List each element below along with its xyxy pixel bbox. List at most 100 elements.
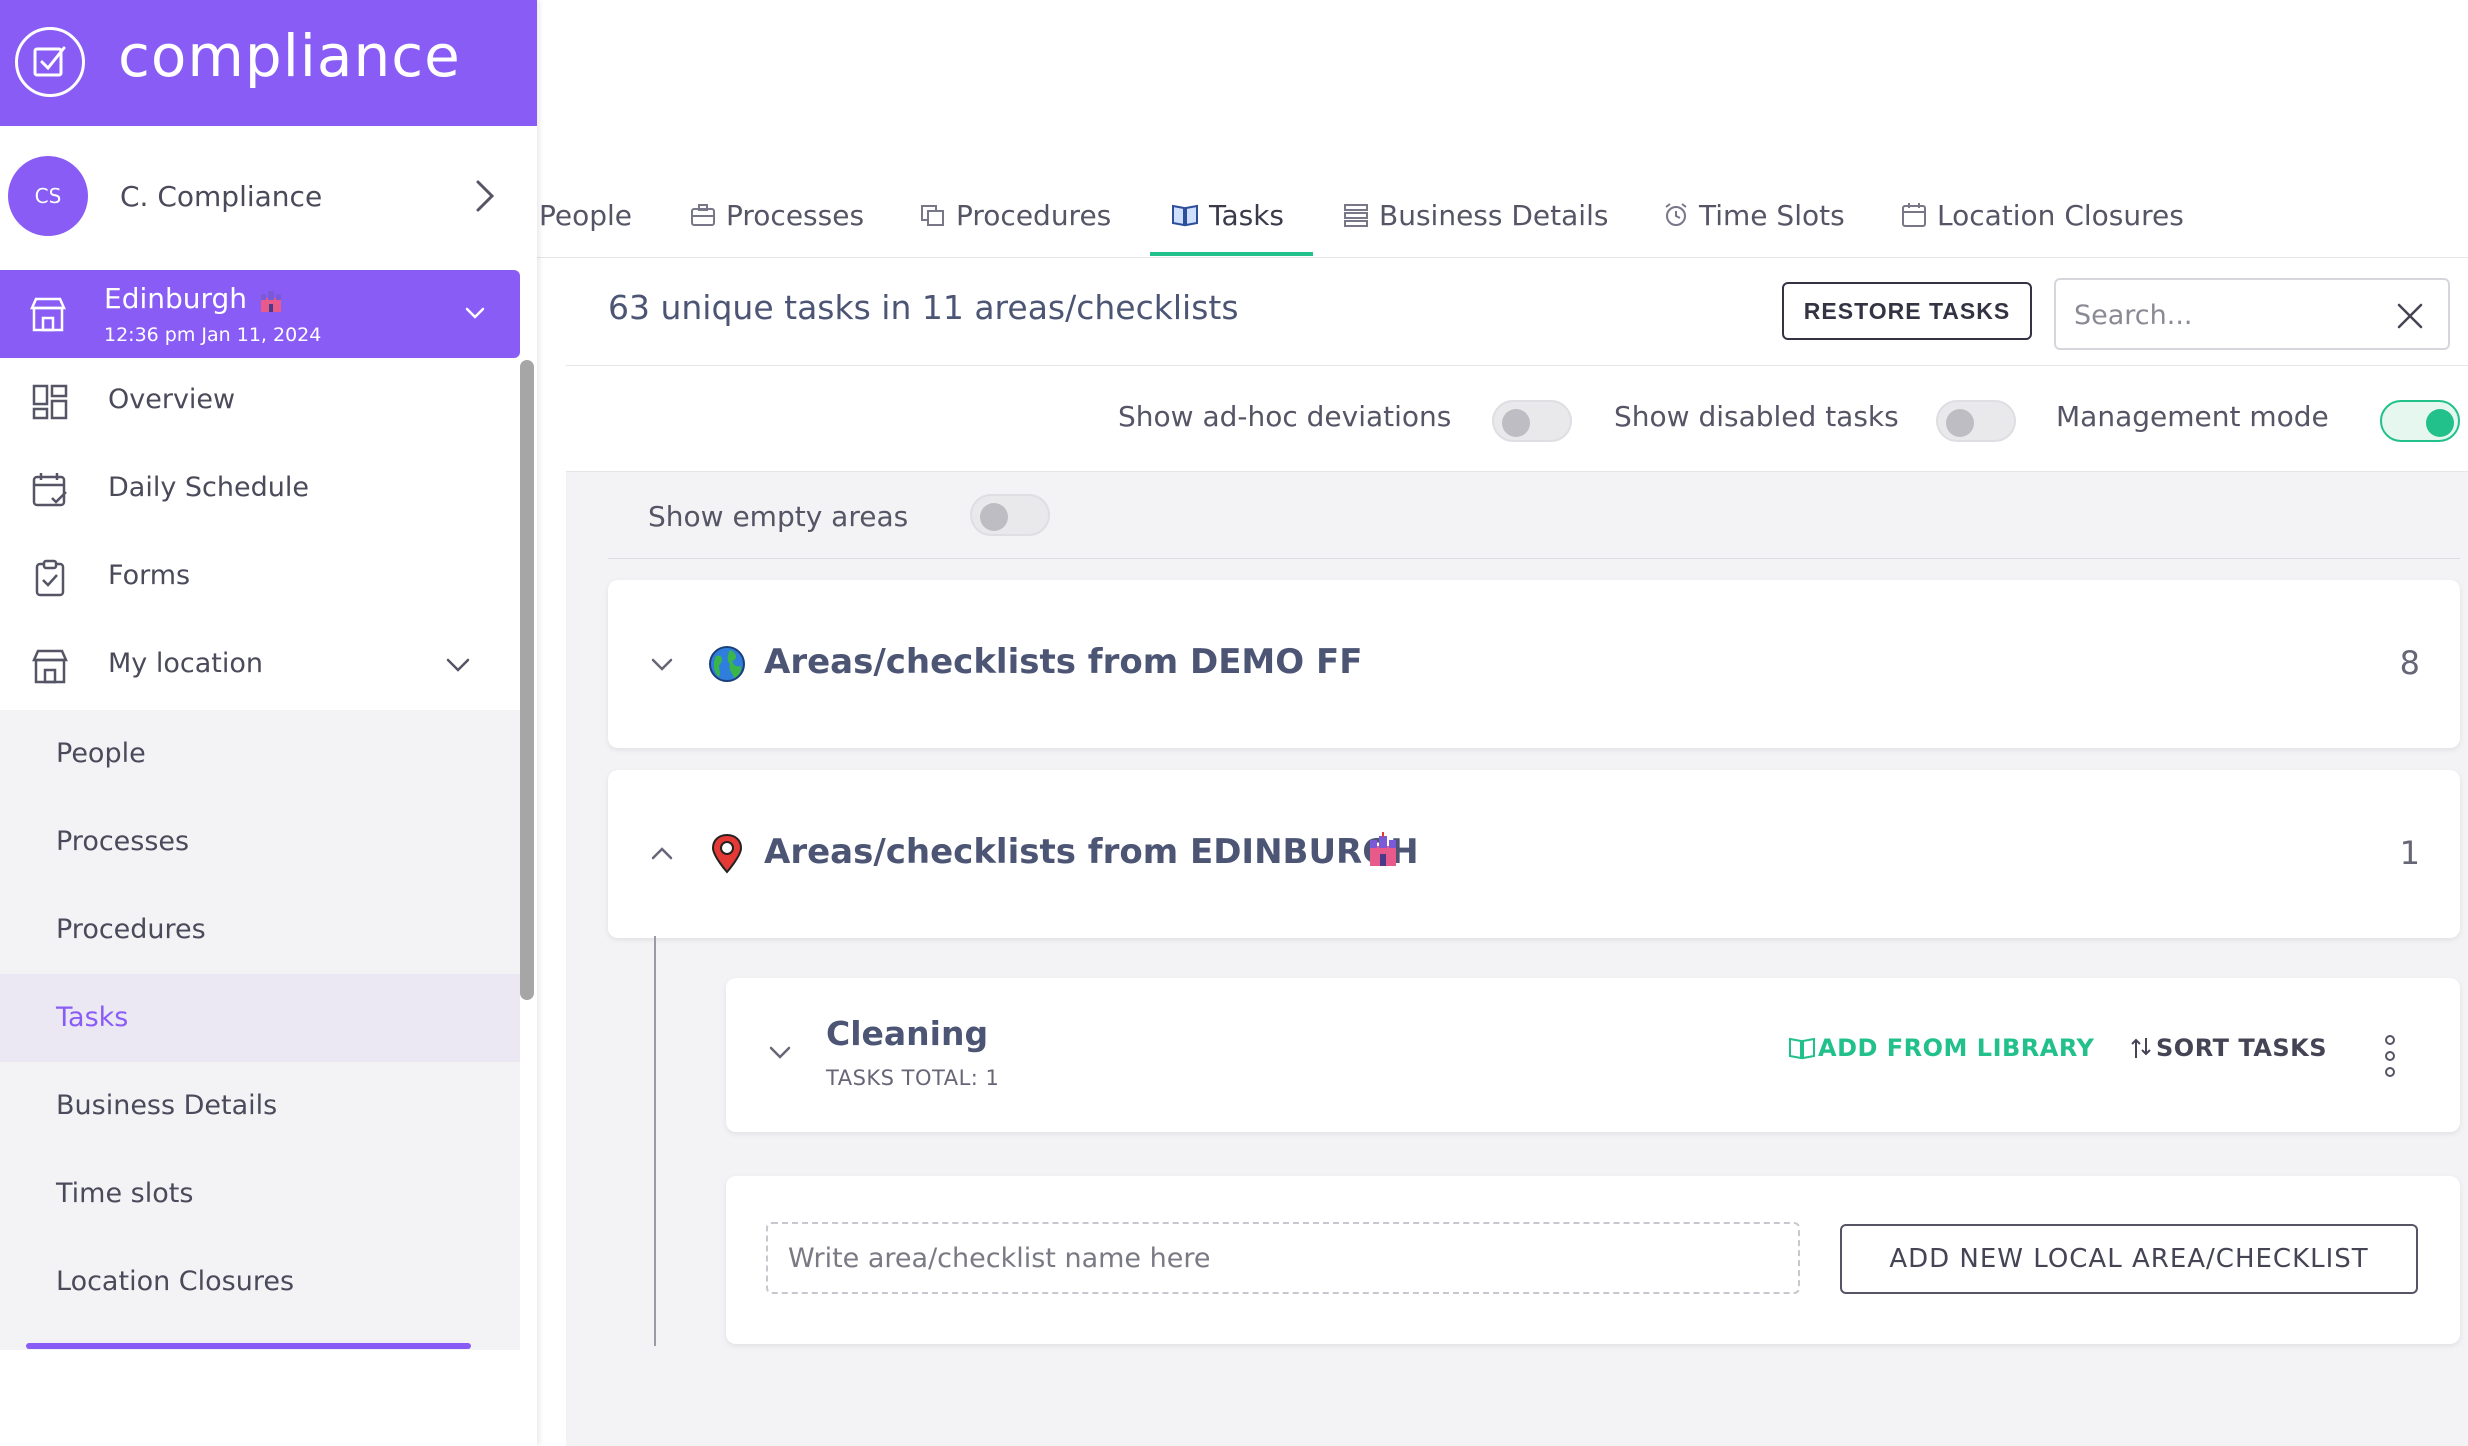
globe-icon	[709, 646, 745, 682]
subnav-people-label: People	[56, 738, 146, 769]
nav-daily-schedule-label: Daily Schedule	[108, 472, 309, 503]
castle-icon	[261, 291, 281, 312]
sidebar-scrollbar[interactable]	[520, 360, 534, 1000]
brand-header: compliance	[0, 0, 537, 126]
subnav-procedures[interactable]: Procedures	[0, 886, 520, 974]
search-box	[2054, 278, 2450, 350]
more-vertical-icon[interactable]	[2380, 1032, 2400, 1080]
documents-icon	[921, 205, 944, 226]
sort-tasks-button[interactable]: SORT TASKS	[2130, 1034, 2327, 1062]
toggle-knob	[2426, 409, 2454, 437]
add-from-library-button[interactable]: ADD FROM LIBRARY	[1788, 1034, 2094, 1062]
map-pin-icon	[711, 834, 743, 874]
book-icon	[1789, 1037, 1815, 1060]
subnav-time-slots-label: Time slots	[56, 1178, 194, 1209]
nav-overview[interactable]: Overview	[0, 358, 520, 446]
close-icon[interactable]	[2394, 300, 2426, 332]
nav-my-location-label: My location	[108, 648, 263, 679]
alarm-clock-icon	[1665, 203, 1687, 226]
area-title: Cleaning	[826, 1014, 989, 1053]
sort-arrows-icon	[2131, 1038, 2151, 1058]
tab-time-slots-label: Time Slots	[1699, 199, 1845, 232]
tab-tasks[interactable]: Tasks	[1171, 190, 1284, 258]
briefcase-icon	[691, 204, 715, 226]
store-icon	[32, 649, 68, 684]
divider	[608, 558, 2460, 559]
tasks-summary-bar: 63 unique tasks in 11 areas/checklists R…	[566, 258, 2468, 366]
tab-business-details-label: Business Details	[1379, 199, 1609, 232]
tab-processes-label: Processes	[726, 199, 865, 232]
location-selector[interactable]: Edinburgh 12:36 pm Jan 11, 2024	[0, 270, 520, 358]
location-tabs: People Processes Procedures Tasks Busine…	[537, 190, 2468, 258]
nav-my-location[interactable]: My location	[0, 622, 520, 710]
chevron-right-icon	[476, 180, 495, 212]
user-profile-row[interactable]: CS C. Compliance	[0, 156, 537, 238]
tree-connector	[654, 936, 656, 1346]
add-new-local-area-button[interactable]: ADD NEW LOCAL AREA/CHECKLIST	[1840, 1224, 2418, 1294]
subnav-processes[interactable]: Processes	[0, 798, 520, 886]
tab-time-slots[interactable]: Time Slots	[1663, 190, 1845, 258]
location-time: 12:36 pm Jan 11, 2024	[104, 324, 322, 346]
location-name: Edinburgh	[104, 282, 248, 315]
add-from-library-label: ADD FROM LIBRARY	[1818, 1034, 2095, 1062]
subnav-location-closures[interactable]: Location Closures	[0, 1238, 520, 1326]
new-area-name-input[interactable]	[766, 1222, 1800, 1294]
filter-toggles-bar: Show ad-hoc deviations Show disabled tas…	[566, 366, 2468, 472]
chevron-down-icon	[651, 658, 673, 671]
area-cleaning[interactable]: Cleaning TASKS TOTAL: 1 ADD FROM LIBRARY…	[726, 978, 2460, 1132]
open-book-icon	[1172, 204, 1198, 227]
group-edinburgh-count: 1	[2399, 834, 2420, 872]
brand-name: compliance	[118, 22, 461, 90]
castle-icon	[1370, 832, 1396, 866]
toggle-knob	[980, 503, 1008, 531]
tab-people[interactable]: People	[539, 190, 632, 258]
group-edinburgh[interactable]: Areas/checklists from EDINBURGH 1	[608, 770, 2460, 938]
sidebar: compliance CS C. Compliance Edinburgh 12…	[0, 0, 537, 1446]
empty-areas-label: Show empty areas	[648, 500, 909, 533]
management-mode-toggle[interactable]	[2380, 400, 2460, 442]
adhoc-deviations-label: Show ad-hoc deviations	[1118, 400, 1452, 433]
calendar-check-icon	[32, 473, 67, 507]
checkbox-logo-icon	[15, 27, 85, 97]
tab-people-label: People	[539, 199, 633, 232]
sort-tasks-label: SORT TASKS	[2156, 1034, 2328, 1062]
subnav-processes-label: Processes	[56, 826, 190, 857]
subnav-people[interactable]: People	[0, 710, 520, 798]
group-demo-ff-title: Areas/checklists from DEMO FF	[764, 642, 1363, 682]
disabled-tasks-toggle[interactable]	[1936, 400, 2016, 442]
empty-areas-toggle[interactable]	[970, 494, 1050, 536]
subnav-business-details[interactable]: Business Details	[0, 1062, 520, 1150]
active-tab-indicator	[1150, 252, 1313, 256]
nav-daily-schedule[interactable]: Daily Schedule	[0, 446, 520, 534]
disabled-tasks-label: Show disabled tasks	[1614, 400, 1899, 433]
tab-processes[interactable]: Processes	[690, 190, 864, 258]
area-task-total: TASKS TOTAL: 1	[826, 1066, 1000, 1090]
subnav-procedures-label: Procedures	[56, 914, 206, 945]
next-item-indicator	[26, 1343, 471, 1349]
adhoc-deviations-toggle[interactable]	[1492, 400, 1572, 442]
clipboard-icon	[35, 559, 65, 597]
management-mode-label: Management mode	[2056, 400, 2329, 433]
subnav-business-details-label: Business Details	[56, 1090, 278, 1121]
calendar-icon	[1902, 203, 1926, 227]
search-input[interactable]	[2074, 294, 2374, 336]
new-area-card: ADD NEW LOCAL AREA/CHECKLIST	[726, 1176, 2460, 1344]
chevron-up-icon	[651, 847, 673, 860]
toggle-knob	[1946, 409, 1974, 437]
dashboard-icon	[32, 384, 68, 420]
nav-forms[interactable]: Forms	[0, 534, 520, 622]
subnav-time-slots[interactable]: Time slots	[0, 1150, 520, 1238]
tab-business-details[interactable]: Business Details	[1343, 190, 1608, 258]
group-demo-ff[interactable]: Areas/checklists from DEMO FF 8	[608, 580, 2460, 748]
toggle-knob	[1502, 409, 1530, 437]
avatar: CS	[8, 156, 88, 236]
restore-tasks-button[interactable]: RESTORE TASKS	[1782, 282, 2032, 340]
group-demo-ff-count: 8	[2399, 644, 2420, 682]
chevron-down-icon	[465, 307, 485, 319]
tab-procedures[interactable]: Procedures	[920, 190, 1111, 258]
subnav-location-closures-label: Location Closures	[56, 1266, 295, 1297]
user-name: C. Compliance	[120, 180, 323, 213]
subnav-tasks[interactable]: Tasks	[0, 974, 520, 1062]
tab-location-closures-label: Location Closures	[1937, 199, 2184, 232]
tab-location-closures[interactable]: Location Closures	[1901, 190, 2184, 258]
